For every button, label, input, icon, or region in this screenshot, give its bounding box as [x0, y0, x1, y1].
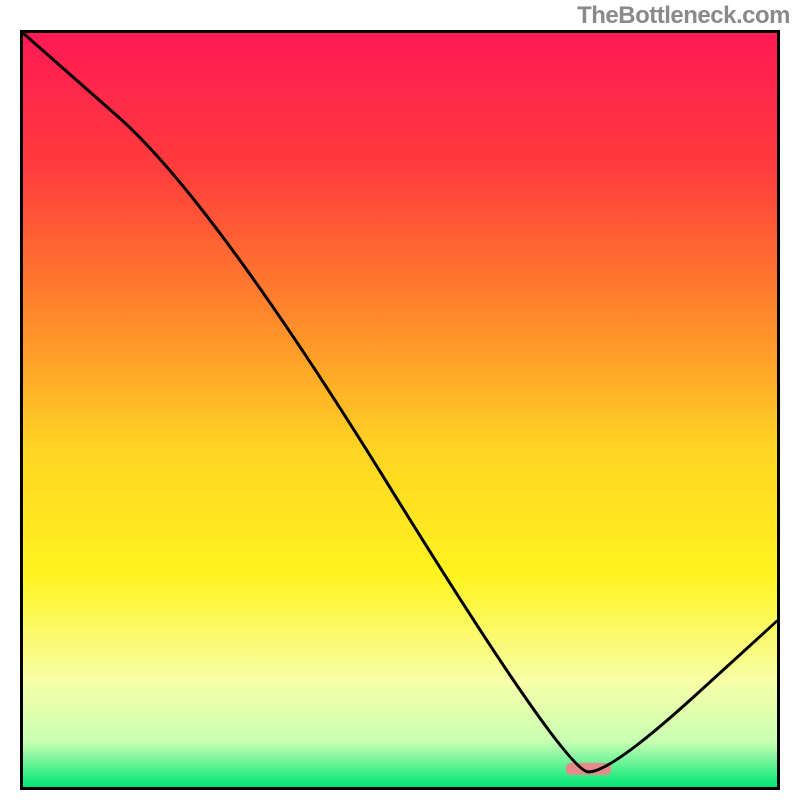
watermark-text: TheBottleneck.com: [577, 2, 790, 30]
bottleneck-chart: [20, 30, 780, 790]
page: TheBottleneck.com: [0, 0, 800, 800]
chart-background: [23, 33, 777, 787]
chart-svg: [20, 30, 780, 790]
